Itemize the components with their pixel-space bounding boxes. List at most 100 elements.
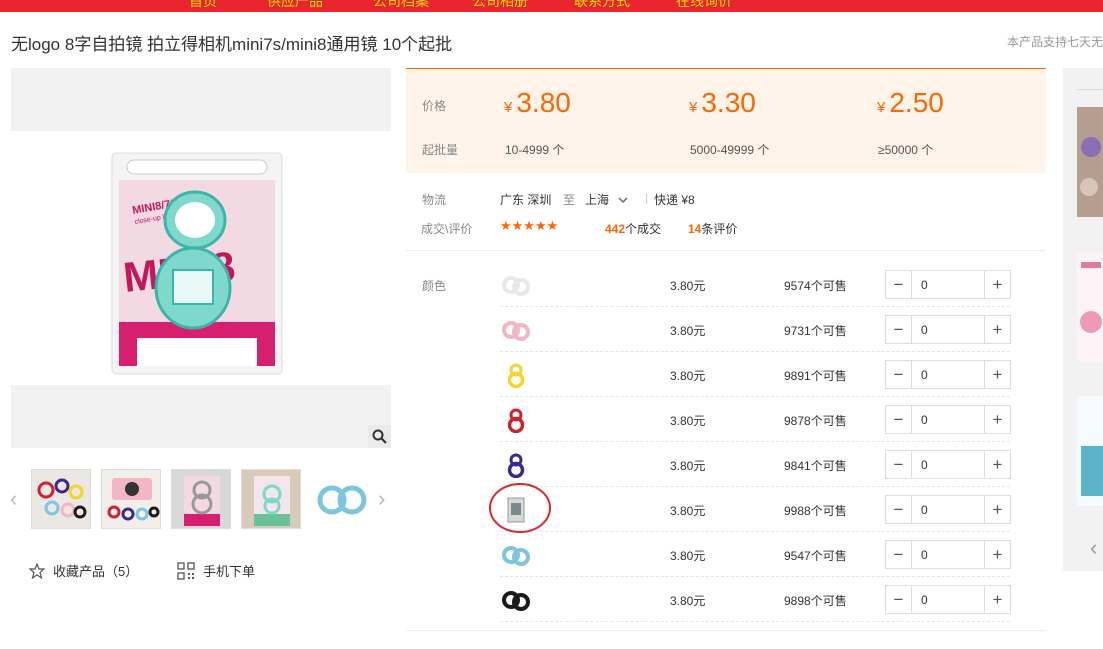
increment-button[interactable]: + — [984, 496, 1010, 523]
sku-thumbnail[interactable] — [501, 272, 531, 298]
quantity-stepper: −+ — [885, 450, 1011, 479]
sku-row: 3.80元9731个可售−+ — [500, 307, 1011, 352]
related-product-2[interactable] — [1077, 252, 1103, 362]
sku-thumbnail[interactable] — [501, 362, 531, 388]
ship-from: 广东 深圳 — [500, 193, 552, 207]
rating-stars: ★★★★★ — [500, 218, 559, 233]
decrement-button[interactable]: − — [886, 496, 912, 523]
quantity-input[interactable] — [912, 361, 984, 388]
quantity-input[interactable] — [912, 271, 984, 298]
price-tier-1: ¥3.80 — [504, 87, 571, 118]
decrement-button[interactable]: − — [886, 541, 912, 568]
quantity-input[interactable] — [912, 496, 984, 523]
zoom-button[interactable] — [368, 425, 391, 448]
increment-button[interactable]: + — [984, 451, 1010, 478]
increment-button[interactable]: + — [984, 586, 1010, 613]
panel-divider — [1077, 89, 1103, 90]
favorite-button[interactable]: 收藏产品（5） — [29, 561, 138, 580]
sku-thumbnail[interactable] — [501, 452, 531, 478]
annotation-circle — [489, 483, 551, 533]
sku-row: 3.80元9841个可售−+ — [500, 442, 1011, 487]
sku-row: 3.80元9574个可售−+ — [500, 262, 1011, 307]
nav-album[interactable]: 公司相册 — [472, 0, 528, 11]
destination-select[interactable]: 上海 — [585, 191, 628, 208]
decrement-button[interactable]: − — [886, 406, 912, 433]
sku-thumbnail[interactable] — [501, 542, 531, 568]
separator: | — [645, 191, 649, 205]
increment-button[interactable]: + — [984, 316, 1010, 343]
favorite-label: 收藏产品（5） — [53, 564, 139, 579]
thumb-prev-arrow[interactable]: ‹ — [10, 486, 17, 512]
support-note: 本产品支持七天无 — [1006, 35, 1103, 49]
reviews-count[interactable]: 14条评价 — [688, 220, 737, 237]
quantity-stepper: −+ — [885, 495, 1011, 524]
sku-price: 3.80元 — [670, 459, 706, 473]
thumb-next-arrow[interactable]: › — [378, 486, 385, 512]
increment-button[interactable]: + — [984, 271, 1010, 298]
sku-stock: 9898个可售 — [784, 594, 847, 608]
quantity-input[interactable] — [912, 541, 984, 568]
divider — [406, 250, 1046, 251]
sku-stock: 9878个可售 — [784, 414, 847, 428]
thumbnail-1[interactable] — [31, 469, 91, 529]
thumbnail-5[interactable] — [311, 469, 371, 529]
decrement-button[interactable]: − — [886, 451, 912, 478]
increment-button[interactable]: + — [984, 406, 1010, 433]
related-product-3[interactable] — [1077, 396, 1103, 506]
decrement-button[interactable]: − — [886, 316, 912, 343]
sku-row: 3.80元9898个可售−+ — [500, 577, 1011, 622]
chevron-down-icon — [618, 197, 628, 203]
increment-button[interactable]: + — [984, 361, 1010, 388]
nav-products[interactable]: 供应产品 — [267, 0, 323, 11]
deals-count[interactable]: 442个成交 — [605, 220, 661, 237]
sku-row: 3.80元9988个可售−+ — [500, 487, 1011, 532]
qr-code-icon — [177, 561, 195, 580]
sku-thumbnail[interactable] — [501, 587, 531, 613]
quantity-input[interactable] — [912, 451, 984, 478]
magnifier-icon — [372, 429, 387, 444]
sku-price: 3.80元 — [670, 324, 706, 338]
sku-thumbnail[interactable] — [501, 407, 531, 433]
related-product-1[interactable] — [1077, 107, 1103, 217]
sku-row: 3.80元9891个可售−+ — [500, 352, 1011, 397]
top-nav: 首页 供应产品 公司档案 公司相册 联系方式 在线询价 — [0, 0, 1103, 12]
increment-button[interactable]: + — [984, 541, 1010, 568]
quantity-input[interactable] — [912, 586, 984, 613]
price-label: 价格 — [422, 99, 447, 113]
sku-thumbnail[interactable] — [501, 317, 531, 343]
range-tier-3: ≥50000 个 — [878, 143, 934, 157]
quantity-input[interactable] — [912, 316, 984, 343]
panel-prev-arrow[interactable]: ‹ — [1090, 535, 1097, 561]
destination-value: 上海 — [585, 193, 610, 207]
range-tier-1: 10-4999 个 — [505, 143, 565, 157]
nav-inquiry[interactable]: 在线询价 — [676, 0, 732, 11]
quantity-stepper: −+ — [885, 405, 1011, 434]
quantity-stepper: −+ — [885, 360, 1011, 389]
sku-price: 3.80元 — [670, 369, 706, 383]
thumbnail-4[interactable] — [241, 469, 301, 529]
sku-row: 3.80元9878个可售−+ — [500, 397, 1011, 442]
product-image: MINI8/7S close-up lens MINI8 — [111, 152, 283, 375]
shipping-fee: 快递 ¥8 — [654, 193, 695, 207]
sku-stock: 9731个可售 — [784, 324, 847, 338]
nav-contact[interactable]: 联系方式 — [574, 0, 630, 11]
nav-company[interactable]: 公司档案 — [373, 0, 429, 11]
mobile-order-label: 手机下单 — [203, 564, 256, 579]
sku-row: 3.80元9547个可售−+ — [500, 532, 1011, 577]
color-label: 颜色 — [422, 279, 447, 293]
logistics-label: 物流 — [422, 193, 447, 207]
thumbnail-2[interactable] — [101, 469, 161, 529]
sku-stock: 9547个可售 — [784, 549, 847, 563]
quantity-stepper: −+ — [885, 315, 1011, 344]
sku-stock: 9891个可售 — [784, 369, 847, 383]
decrement-button[interactable]: − — [886, 586, 912, 613]
mobile-order-button[interactable]: 手机下单 — [177, 561, 255, 580]
quantity-input[interactable] — [912, 406, 984, 433]
moq-label: 起批量 — [422, 143, 459, 157]
trade-label: 成交\评价 — [421, 222, 473, 236]
nav-home[interactable]: 首页 — [189, 0, 217, 11]
decrement-button[interactable]: − — [886, 271, 912, 298]
decrement-button[interactable]: − — [886, 361, 912, 388]
thumbnail-3[interactable] — [171, 469, 231, 529]
sku-stock: 9574个可售 — [784, 279, 847, 293]
